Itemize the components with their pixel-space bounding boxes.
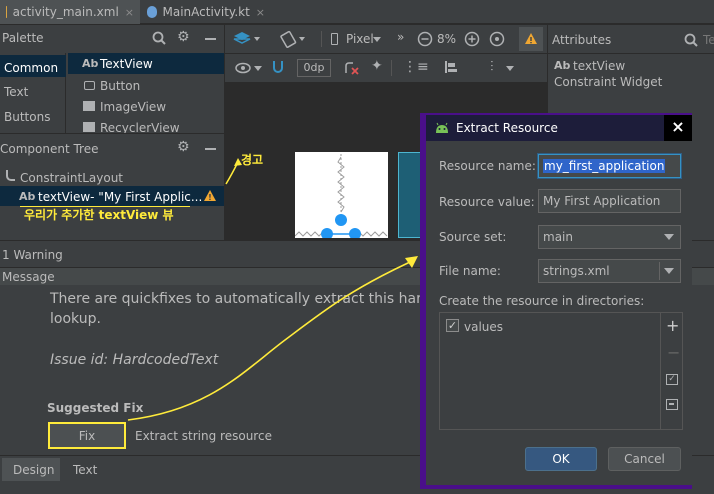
chevron-down-icon [664, 268, 674, 274]
resource-value-label: Resource value: [439, 195, 535, 209]
file-name-value: strings.xml [543, 264, 610, 278]
file-name-select[interactable]: strings.xml [538, 259, 681, 283]
select-all-icon[interactable]: ✓ [666, 374, 678, 385]
dialog-title: Extract Resource [456, 121, 558, 135]
directories-panel: ✓ values + − ✓ [439, 312, 683, 430]
source-set-select[interactable]: main [538, 225, 681, 249]
source-set-label: Source set: [439, 230, 507, 244]
source-set-value: main [543, 230, 573, 244]
deselect-all-icon[interactable] [666, 399, 678, 410]
add-directory-icon[interactable]: + [666, 316, 679, 335]
file-name-label: File name: [439, 264, 501, 278]
directory-item-values[interactable]: ✓ values [444, 317, 654, 337]
combo-divider [659, 262, 660, 280]
dialog-title-bar: Extract Resource × [426, 115, 692, 141]
chevron-down-icon [664, 234, 674, 240]
android-icon [436, 122, 448, 133]
resource-value-field[interactable]: My First Application [538, 189, 681, 213]
resource-name-label: Resource name: [439, 159, 536, 173]
resource-name-value: my_first_application [543, 159, 666, 173]
panel-divider [660, 313, 661, 429]
directories-label: Create the resource in directories: [439, 294, 645, 308]
resource-name-field[interactable]: my_first_application [538, 154, 681, 178]
checkbox-checked-icon[interactable]: ✓ [446, 319, 459, 332]
directory-name: values [464, 320, 504, 334]
remove-directory-icon[interactable]: − [667, 343, 680, 362]
ok-button[interactable]: OK [525, 447, 597, 471]
close-button[interactable]: × [664, 115, 692, 141]
cancel-button[interactable]: Cancel [608, 447, 681, 471]
